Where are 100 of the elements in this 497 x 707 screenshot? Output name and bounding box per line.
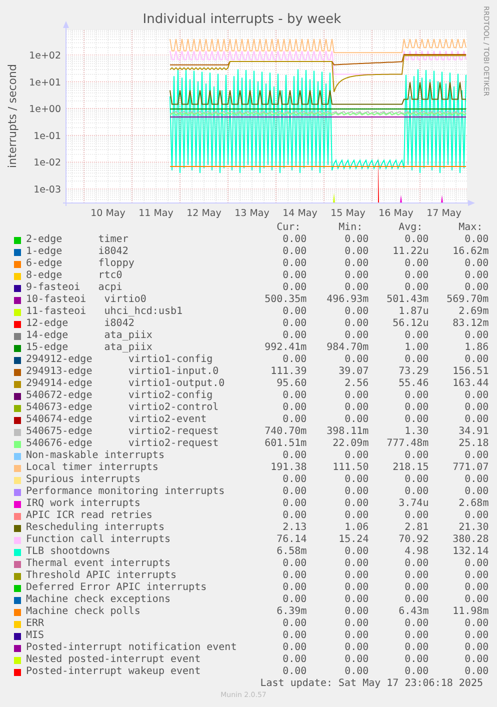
series-label: 540674-edge virtio2-event [25,414,208,426]
max-value: 21.30 [458,522,489,534]
avg-value: 11.22u [392,246,429,258]
cur-value: 0.00 [282,402,307,414]
series-label: TLB shootdowns [25,546,112,558]
avg-value: 0.00 [404,570,429,582]
cur-value: 0.00 [282,558,307,570]
min-value: 0.00 [344,354,369,366]
avg-value: 0.00 [404,234,429,246]
series-label: 11-fasteoi uhci_hcd:usb1 [25,306,184,318]
cur-value: 191.38 [270,462,307,474]
series-label: 15-edge ata_piix [25,342,154,354]
avg-value: 55.46 [398,378,429,390]
avg-value: 0.00 [404,582,429,594]
min-value: 111.50 [332,462,369,474]
avg-value: 218.15 [392,462,429,474]
series-label: 294913-edge virtio1-input.0 [25,366,220,378]
max-value: 0.00 [464,570,489,582]
cur-value: 0.00 [282,510,307,522]
min-value: 0.00 [344,546,369,558]
avg-value: 0.00 [404,270,429,282]
min-value: 0.00 [344,486,369,498]
y-tick-label: 1e+02 [29,50,61,62]
series-label: ERR [25,618,46,630]
min-value: 0.00 [344,630,369,642]
series-label: IRQ work interrupts [25,498,142,510]
min-value: 0.00 [344,270,369,282]
x-tick-label: 17 May [426,208,462,219]
max-value: 0.00 [464,654,489,666]
cur-value: 0.00 [282,414,307,426]
max-value: 0.00 [464,618,489,630]
max-value: 0.00 [464,510,489,522]
max-value: 11.98m [452,606,489,618]
max-value: 0.00 [464,234,489,246]
x-tick-label: 10 May [90,208,126,219]
x-tick-label: 15 May [330,208,366,219]
avg-value: 0.00 [404,558,429,570]
avg-value: 3.74u [398,498,429,510]
series-label: 540675-edge virtio2-request [25,426,220,438]
cur-value: 6.58m [276,546,307,558]
series-label: Posted-interrupt wakeup event [25,666,202,678]
cur-value: 0.00 [282,306,307,318]
series-label: Non-maskable interrupts [25,450,166,462]
y-axis-label: interrupts / second [6,64,19,168]
series-label: 12-edge i8042 [25,318,136,330]
max-value: 0.00 [464,270,489,282]
cur-value: 0.00 [282,618,307,630]
cur-value: 6.39m [276,606,307,618]
min-value: 0.00 [344,582,369,594]
series-label: 540672-edge virtio2-config [25,390,214,402]
min-value: 398.11m [326,426,369,438]
avg-value: 0.00 [404,474,429,486]
max-value: 0.00 [464,390,489,402]
cur-value: 601.51m [264,438,307,450]
cur-value: 0.00 [282,630,307,642]
avg-value: 0.00 [404,654,429,666]
series-label: 10-fasteoi virtio0 [25,294,148,306]
cur-value: 0.00 [282,234,307,246]
min-value: 0.00 [344,282,369,294]
column-header: Max: [458,222,484,234]
max-value: 0.00 [464,414,489,426]
series-label: Local timer interrupts [25,462,160,474]
y-tick-label: 1e-02 [34,158,61,169]
max-value: 16.62m [452,246,489,258]
min-value: 0.00 [344,474,369,486]
avg-value: 501.43m [386,294,429,306]
cur-value: 500.35m [264,294,307,306]
min-value: 0.00 [344,318,369,330]
cur-value: 2.13 [282,522,307,534]
max-value: 380.28 [452,534,489,546]
series-label: Function call interrupts [25,534,172,546]
min-value: 0.00 [344,666,369,678]
last-update: Last update: Sat May 17 23:06:18 2025 [260,678,483,690]
max-value: 0.00 [464,330,489,342]
avg-value: 0.00 [404,630,429,642]
x-tick-label: 13 May [234,208,270,219]
min-value: 39.07 [338,366,369,378]
min-value: 0.00 [344,618,369,630]
avg-value: 2.81 [404,522,429,534]
min-value: 0.00 [344,306,369,318]
series-label: Posted-interrupt notification event [25,642,237,654]
min-value: 0.00 [344,258,369,270]
cur-value: 0.00 [282,474,307,486]
cur-value: 0.00 [282,330,307,342]
max-value: 0.00 [464,558,489,570]
max-value: 1.86 [464,342,489,354]
max-value: 83.12m [452,318,489,330]
max-value: 0.00 [464,402,489,414]
avg-value: 0.00 [404,618,429,630]
min-value: 0.00 [344,606,369,618]
avg-value: 777.48m [386,438,429,450]
series-label: 540673-edge virtio2-control [25,402,220,414]
min-value: 0.00 [344,330,369,342]
y-tick-label: 1e-01 [34,130,61,142]
max-value: 0.00 [464,666,489,678]
min-value: 0.00 [344,642,369,654]
cur-value: 992.41m [264,342,307,354]
max-value: 0.00 [464,582,489,594]
avg-value: 0.00 [404,450,429,462]
y-tick-label: 1e+00 [29,104,61,116]
